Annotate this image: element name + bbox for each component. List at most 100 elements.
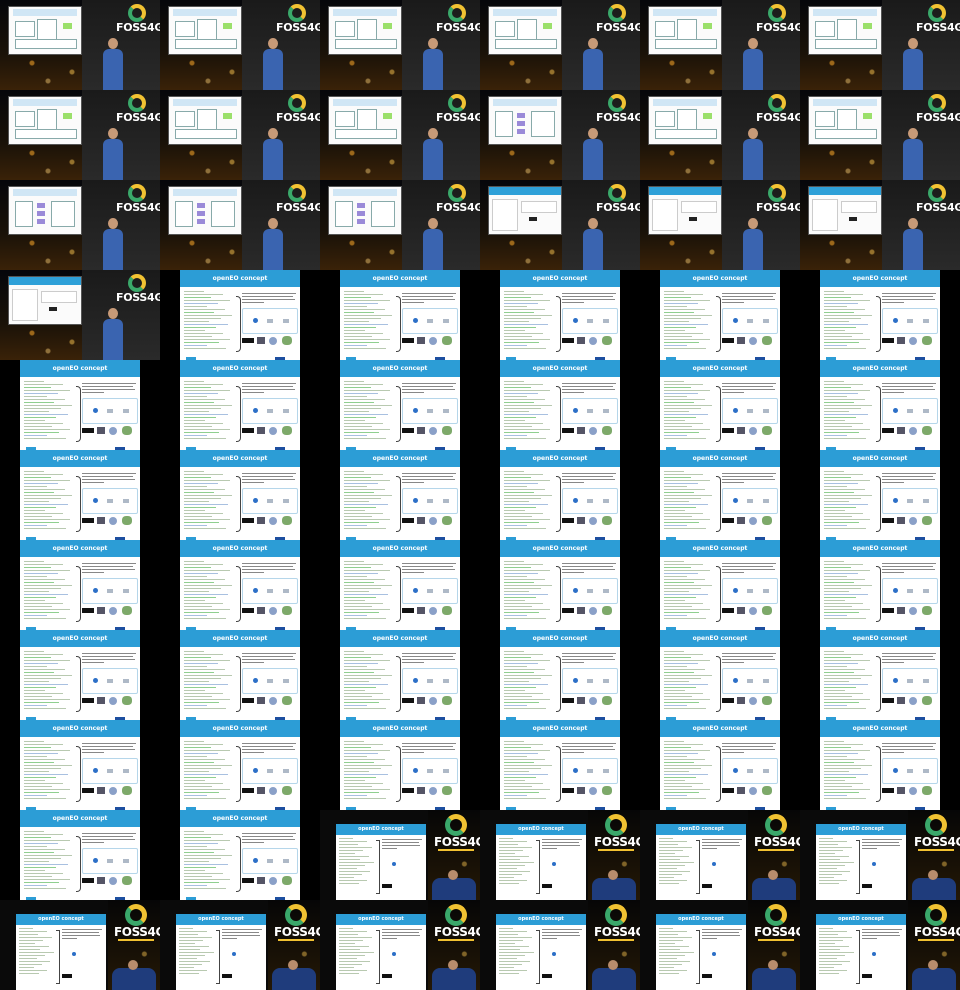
slide-and-speaker-thumbnail[interactable]: openEO concept FOSS4G [800,810,960,900]
slide-thumbnail[interactable]: openEO concept [660,630,780,720]
conference-photo-thumbnail[interactable]: FOSS4G [160,90,320,180]
backend-icon [907,499,913,503]
backend-icon [123,679,129,683]
projected-slide: openEO concept [496,914,586,990]
slide-thumbnail[interactable]: openEO concept [500,450,620,540]
conference-photo-thumbnail[interactable]: FOSS4G [0,270,160,360]
conference-photo-thumbnail[interactable]: FOSS4G [640,0,800,90]
backend-icon [907,409,913,413]
slide-and-speaker-thumbnail[interactable]: openEO concept FOSS4G [640,900,800,990]
backend-icon [587,679,593,683]
logo-ring-icon [448,4,466,22]
slide-thumbnail[interactable]: openEO concept [340,360,460,450]
slide-thumbnail[interactable]: openEO concept [500,630,620,720]
backend-icon [123,859,129,863]
slide-thumbnail[interactable]: openEO concept [660,450,780,540]
conference-photo-thumbnail[interactable]: FOSS4G [0,0,160,90]
conference-photo-thumbnail[interactable]: FOSS4G [480,90,640,180]
slide-thumbnail[interactable]: openEO concept [180,450,300,540]
slide-and-speaker-thumbnail[interactable]: openEO concept FOSS4G [160,900,320,990]
brace [396,476,401,532]
slide-and-speaker-thumbnail[interactable]: openEO concept FOSS4G [320,900,480,990]
slide-thumbnail[interactable]: openEO concept [340,540,460,630]
conference-photo-thumbnail[interactable]: FOSS4G [640,90,800,180]
slide-and-speaker-thumbnail[interactable]: openEO concept FOSS4G [0,900,160,990]
speaker [592,960,636,990]
backend-icon [573,318,578,323]
conference-photo-thumbnail[interactable]: FOSS4G [480,0,640,90]
slide-and-speaker-thumbnail[interactable]: openEO concept FOSS4G [480,810,640,900]
conference-photo-thumbnail[interactable]: FOSS4G [640,180,800,270]
speaker [912,960,956,990]
partner-logo [702,974,712,978]
conference-photo-thumbnail[interactable]: FOSS4G [800,90,960,180]
slide-thumbnail[interactable]: openEO concept [340,630,460,720]
speaker [103,38,123,90]
conference-photo-thumbnail[interactable]: FOSS4G [0,180,160,270]
code-snippet [664,381,714,444]
conference-photo-thumbnail[interactable]: FOSS4G [800,0,960,90]
slide-title: openEO concept [500,720,620,737]
backend-icon [93,768,98,773]
backend-icon [443,409,449,413]
conference-photo-thumbnail[interactable]: FOSS4G [800,180,960,270]
slide-thumbnail[interactable]: openEO concept [20,450,140,540]
slide-thumbnail[interactable]: openEO concept [820,630,940,720]
slide-thumbnail[interactable]: openEO concept [340,450,460,540]
speaker [583,128,603,180]
slide-thumbnail[interactable]: openEO concept [820,270,940,360]
conference-photo-thumbnail[interactable]: FOSS4G [320,0,480,90]
backend-icon [587,589,593,593]
slide-and-speaker-thumbnail[interactable]: openEO concept FOSS4G [320,810,480,900]
slide-thumbnail[interactable]: openEO concept [340,270,460,360]
slide-thumbnail[interactable]: openEO concept [820,450,940,540]
slide-thumbnail[interactable]: openEO concept [660,270,780,360]
slide-title: openEO concept [20,360,140,377]
slide-thumbnail[interactable]: openEO concept [20,810,140,900]
backend-icon [443,679,449,683]
slide-thumbnail[interactable]: openEO concept [820,720,940,810]
slide-thumbnail[interactable]: openEO concept [180,360,300,450]
slide-title: openEO concept [340,540,460,557]
backend-panel [722,308,778,334]
slide-thumbnail[interactable]: openEO concept [180,270,300,360]
slide-thumbnail[interactable]: openEO concept [180,720,300,810]
logo-text: FOSS4G [274,925,320,939]
conference-photo-thumbnail[interactable]: FOSS4G [320,180,480,270]
slide-thumbnail[interactable]: openEO concept [20,360,140,450]
conference-photo-thumbnail[interactable]: FOSS4G [480,180,640,270]
slide-thumbnail[interactable]: openEO concept [500,540,620,630]
backend-icon [392,952,396,956]
slide-thumbnail[interactable]: openEO concept [180,810,300,900]
slide-and-speaker-thumbnail[interactable]: openEO concept FOSS4G [480,900,640,990]
conference-photo-thumbnail[interactable]: FOSS4G [0,90,160,180]
backend-icon [253,498,258,503]
slide-thumbnail[interactable]: openEO concept [340,720,460,810]
brace [556,296,561,352]
slide-thumbnail[interactable]: openEO concept [660,540,780,630]
conference-photo-thumbnail[interactable]: FOSS4G [320,90,480,180]
slide-thumbnail[interactable]: openEO concept [500,720,620,810]
slide-thumbnail[interactable]: openEO concept [20,540,140,630]
conference-photo-thumbnail[interactable]: FOSS4G [160,180,320,270]
slide-thumbnail[interactable]: openEO concept [660,360,780,450]
brace [236,746,241,802]
slide-thumbnail[interactable]: openEO concept [180,540,300,630]
conference-photo-thumbnail[interactable]: FOSS4G [160,0,320,90]
brace [876,656,881,712]
slide-thumbnail[interactable]: openEO concept [500,270,620,360]
foss4g-logo: FOSS4G [916,4,960,34]
slide-thumbnail[interactable]: openEO concept [20,630,140,720]
slide-thumbnail[interactable]: openEO concept [20,720,140,810]
slide-thumbnail[interactable]: openEO concept [820,360,940,450]
speaker [743,218,763,270]
slide-thumbnail[interactable]: openEO concept [660,720,780,810]
slide-thumbnail[interactable]: openEO concept [820,540,940,630]
brace [716,566,721,622]
brace [876,386,881,442]
slide-thumbnail[interactable]: openEO concept [500,360,620,450]
slide-and-speaker-thumbnail[interactable]: openEO concept FOSS4G [800,900,960,990]
slide-and-speaker-thumbnail[interactable]: openEO concept FOSS4G [640,810,800,900]
slide-paragraph [222,929,262,941]
slide-thumbnail[interactable]: openEO concept [180,630,300,720]
